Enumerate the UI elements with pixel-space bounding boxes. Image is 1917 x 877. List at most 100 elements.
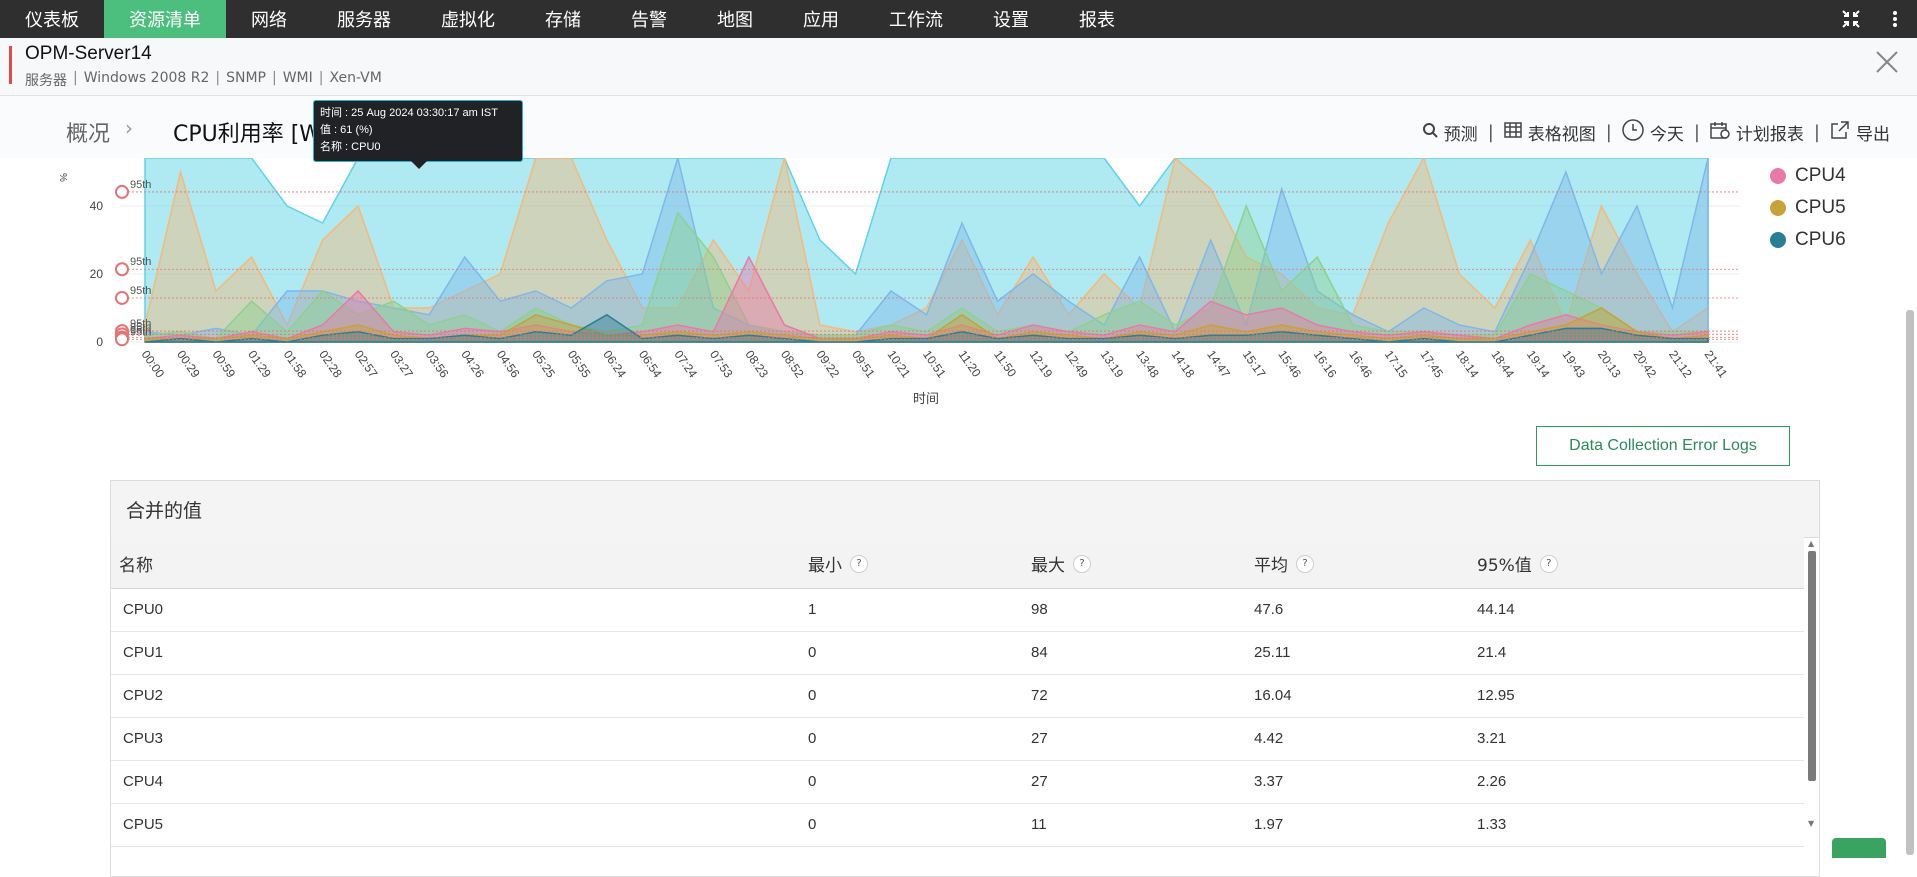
- table-cell: 1.33: [1477, 816, 1507, 833]
- x-tick-label: 02:28: [316, 348, 345, 381]
- x-tick-label: 08:23: [742, 348, 771, 381]
- nav-item[interactable]: 仪表板: [0, 0, 104, 38]
- action-calendar-button[interactable]: 计划报表: [1700, 120, 1814, 145]
- export-icon: [1830, 121, 1850, 143]
- percentile-marker: [115, 262, 129, 277]
- x-tick-label: 05:55: [565, 348, 594, 381]
- x-tick-label: 05:25: [529, 348, 558, 381]
- table-scrollbar[interactable]: [1808, 551, 1816, 781]
- table-cell: 1: [808, 601, 817, 618]
- table-cell: CPU1: [123, 644, 164, 661]
- y-axis-label: %: [57, 173, 68, 182]
- nav-item[interactable]: 地图: [692, 0, 778, 38]
- table-cell: 3.37: [1254, 773, 1284, 790]
- x-tick-label: 16:16: [1311, 348, 1340, 381]
- legend-label: CPU5: [1795, 197, 1846, 218]
- percentile-label: 95th: [130, 326, 151, 338]
- nav-item[interactable]: 应用: [778, 0, 864, 38]
- nav-item[interactable]: 存储: [520, 0, 606, 38]
- device-meta-item: Windows 2008 R2: [83, 70, 210, 86]
- table-cell: 21.4: [1477, 644, 1507, 661]
- table-cell: 0: [808, 687, 817, 704]
- column-header[interactable]: 95%值?: [1477, 551, 1558, 576]
- help-icon[interactable]: ?: [1073, 554, 1091, 573]
- x-tick-label: 13:48: [1133, 348, 1162, 381]
- table-cell: 84: [1031, 644, 1048, 661]
- device-meta: 服务器 | Windows 2008 R2 | SNMP | WMI | Xen-VM: [25, 70, 388, 90]
- nav-item[interactable]: 工作流: [864, 0, 968, 38]
- toolbar-actions: 预测 | 表格视图 | 今天 | 计划报表 | 导出: [1412, 119, 1900, 145]
- help-icon[interactable]: ?: [1539, 554, 1558, 573]
- x-tick-label: 01:29: [245, 348, 274, 381]
- x-tick-label: 20:42: [1630, 348, 1659, 381]
- column-header[interactable]: 名称: [119, 551, 153, 576]
- nav-item[interactable]: 告警: [606, 0, 692, 38]
- error-logs-button[interactable]: Data Collection Error Logs: [1536, 426, 1790, 466]
- table-cell: 98: [1031, 601, 1048, 618]
- x-tick-label: 16:46: [1346, 348, 1375, 381]
- column-header[interactable]: 最大?: [1031, 551, 1091, 576]
- cpu-utilization-chart[interactable]: 02040%95th95th95th95th95th95th95th00:00 0…: [0, 158, 1917, 420]
- table-icon: [1504, 122, 1522, 142]
- column-header-label: 最小: [808, 556, 842, 576]
- x-tick-label: 13:19: [1098, 348, 1127, 381]
- table-row: CPU0 1 98 47.6 44.14: [111, 589, 1804, 632]
- nav-item[interactable]: 虚拟化: [416, 0, 520, 38]
- action-forecast-button[interactable]: 预测: [1412, 120, 1488, 145]
- scroll-down-icon[interactable]: ▼: [1808, 819, 1814, 828]
- action-clock-button[interactable]: 今天: [1612, 119, 1694, 145]
- table-cell: CPU4: [123, 773, 164, 790]
- breadcrumb: 概况 › CPU利用率 [W 预测 | 表格视图 | 今天 | 计划报表 | 导出: [0, 96, 1917, 158]
- nav-item[interactable]: 报表: [1054, 0, 1140, 38]
- x-tick-label: 15:17: [1240, 348, 1269, 381]
- x-tick-label: 11:50: [991, 348, 1019, 380]
- legend-item[interactable]: CPU6: [1770, 224, 1846, 256]
- percentile-marker: [115, 290, 129, 305]
- action-table-button[interactable]: 表格视图: [1494, 120, 1606, 145]
- chevron-right-icon: ›: [125, 116, 133, 140]
- legend-item[interactable]: CPU4: [1770, 160, 1846, 192]
- page-scrollbar[interactable]: [1906, 310, 1914, 855]
- table-row: CPU3 0 27 4.42 3.21: [111, 718, 1804, 761]
- x-tick-label: 00:00: [139, 348, 168, 381]
- column-header-label: 最大: [1031, 556, 1065, 576]
- x-tick-label: 09:51: [849, 348, 878, 381]
- table-row: CPU4 0 27 3.37 2.26: [111, 761, 1804, 804]
- chat-icon[interactable]: [1832, 838, 1886, 858]
- x-tick-label: 02:57: [352, 348, 381, 381]
- help-icon[interactable]: ?: [850, 554, 868, 573]
- nav-item[interactable]: 网络: [226, 0, 312, 38]
- percentile-label: 95th: [130, 285, 151, 297]
- x-tick-label: 21:41: [1702, 348, 1731, 381]
- legend-item[interactable]: CPU5: [1770, 192, 1846, 224]
- legend-swatch: [1770, 168, 1786, 184]
- close-icon[interactable]: [1875, 50, 1899, 79]
- legend-label: CPU4: [1795, 165, 1846, 186]
- table-cell: 11: [1031, 816, 1047, 833]
- action-export-button[interactable]: 导出: [1820, 120, 1900, 145]
- column-header[interactable]: 平均?: [1254, 551, 1314, 576]
- table-body: CPU0 1 98 47.6 44.14 CPU1 0 84 25.11 21.4 CPU2 0 72 1…: [111, 589, 1804, 847]
- scroll-up-icon[interactable]: ▲: [1808, 539, 1814, 548]
- nav-item[interactable]: 设置: [968, 0, 1054, 38]
- device-name: OPM-Server14: [25, 43, 152, 64]
- x-tick-label: 12:19: [1027, 348, 1056, 381]
- nav-menu: 仪表板 资源清单 网络 服务器 虚拟化 存储 告警 地图 应用 工作流 设置 报表: [0, 0, 1140, 38]
- action-label: 计划报表: [1735, 124, 1804, 145]
- table-cell: CPU5: [123, 816, 164, 833]
- nav-item[interactable]: 资源清单: [104, 0, 226, 38]
- column-header[interactable]: 最小?: [808, 551, 868, 576]
- device-meta-item: 服务器: [25, 73, 67, 89]
- more-icon[interactable]: [1873, 0, 1917, 38]
- action-label: 预测: [1443, 124, 1478, 145]
- collapse-icon[interactable]: [1829, 0, 1873, 38]
- x-tick-label: 03:56: [423, 348, 452, 381]
- breadcrumb-home[interactable]: 概况: [66, 116, 110, 148]
- x-tick-label: 17:45: [1417, 348, 1446, 381]
- x-tick-label: 20:13: [1595, 348, 1624, 381]
- help-icon[interactable]: ?: [1296, 554, 1314, 573]
- action-label: 今天: [1649, 124, 1684, 145]
- combined-values-panel: 合并的值 名称 最小? 最大? 平均? 95%值? CPU0 1 98 47.6 44.14 CP…: [110, 480, 1820, 877]
- nav-item[interactable]: 服务器: [312, 0, 416, 38]
- meta-separator: |: [272, 70, 277, 86]
